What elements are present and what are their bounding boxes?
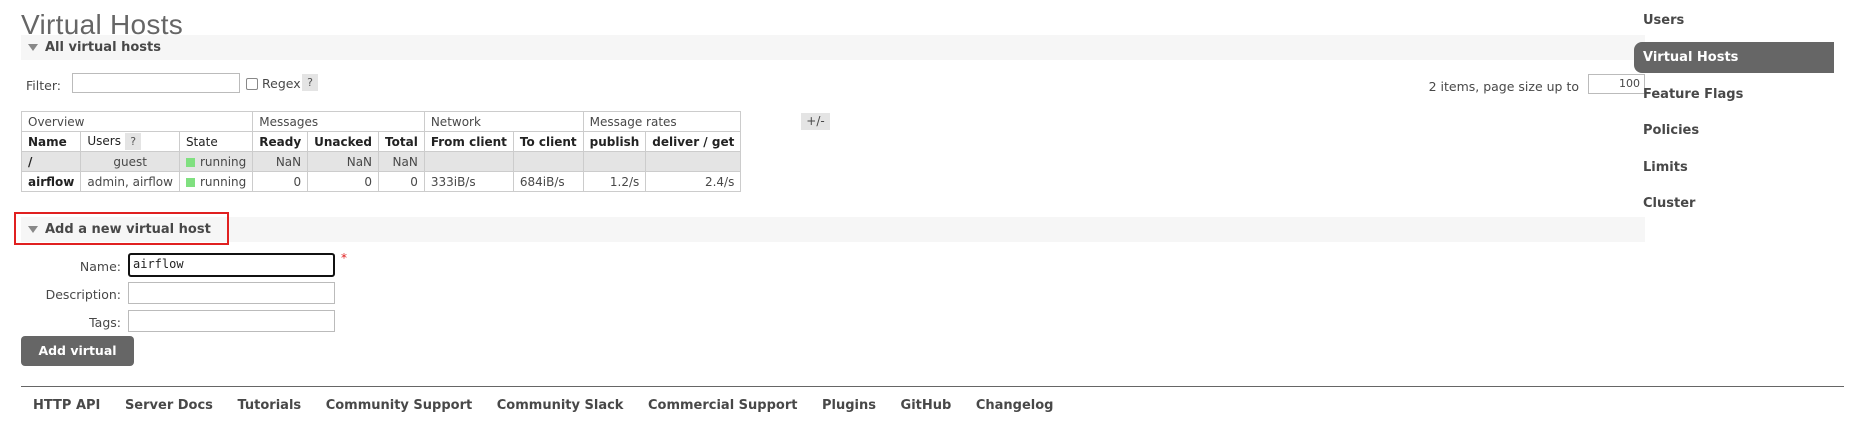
footer-link-changelog[interactable]: Changelog: [976, 398, 1054, 413]
add-vhost-section-toggle[interactable]: Add a new virtual host: [14, 212, 1645, 245]
footer-link-commercial-support[interactable]: Commercial Support: [648, 398, 798, 413]
description-label: Description:: [45, 287, 121, 302]
vhost-users: guest: [80, 151, 180, 172]
group-overview: Overview: [20, 111, 254, 132]
col-name[interactable]: Name: [20, 131, 82, 152]
col-from-client[interactable]: From client: [423, 131, 514, 152]
all-vhosts-section-toggle[interactable]: All virtual hosts: [21, 35, 1645, 60]
vhost-ready: NaN: [252, 151, 309, 172]
regex-checkbox[interactable]: [246, 78, 258, 90]
vhost-from-client: 333iB/s: [423, 171, 514, 192]
name-label: Name:: [79, 259, 121, 274]
all-vhosts-section-title: All virtual hosts: [45, 40, 161, 55]
add-vhost-section-title: Add a new virtual host: [45, 222, 211, 237]
column-toggle-button[interactable]: +/-: [801, 113, 830, 130]
group-message-rates: Message rates: [582, 111, 742, 132]
col-users[interactable]: Users ?: [80, 131, 180, 152]
vhost-publish: 1.2/s: [582, 171, 647, 192]
sidebar-item-cluster[interactable]: Cluster: [1634, 188, 1834, 219]
users-help-icon[interactable]: ?: [125, 133, 142, 150]
sidebar-item-limits[interactable]: Limits: [1634, 152, 1834, 183]
column-group-row: Overview Messages Network Message rates: [20, 111, 742, 132]
vhost-ready: 0: [252, 171, 309, 192]
col-publish[interactable]: publish: [582, 131, 647, 152]
state-indicator: [185, 157, 195, 167]
column-header-row: Name Users ? State Ready Unacked Total F…: [20, 131, 742, 152]
vhosts-table: Overview Messages Network Message rates …: [20, 111, 742, 192]
vhost-deliver-get: 2.4/s: [645, 171, 742, 192]
vhost-state-text: running: [199, 174, 247, 189]
sidebar-item-feature-flags[interactable]: Feature Flags: [1634, 79, 1834, 110]
col-to-client[interactable]: To client: [512, 131, 584, 152]
col-ready[interactable]: Ready: [252, 131, 309, 152]
vhost-to-client: [512, 151, 584, 172]
sidebar-item-virtual-hosts[interactable]: Virtual Hosts: [1634, 42, 1834, 73]
description-input[interactable]: [128, 282, 335, 304]
col-total[interactable]: Total: [378, 131, 425, 152]
footer-link-github[interactable]: GitHub: [901, 398, 952, 413]
filter-input[interactable]: [72, 73, 240, 93]
tags-label: Tags:: [89, 315, 121, 330]
vhost-users: admin, airflow: [80, 171, 180, 192]
footer-divider: [21, 386, 1844, 387]
sidebar-item-policies[interactable]: Policies: [1634, 115, 1834, 146]
col-state[interactable]: State: [178, 131, 254, 152]
vhost-state: running: [178, 171, 254, 192]
vhost-total: 0: [378, 171, 425, 192]
footer-links: HTTP API Server Docs Tutorials Community…: [33, 398, 1073, 413]
vhost-to-client: 684iB/s: [512, 171, 584, 192]
vhost-from-client: [423, 151, 514, 172]
regex-help-icon[interactable]: ?: [302, 74, 318, 91]
group-network: Network: [423, 111, 584, 132]
page-size-text: 2 items, page size up to: [1428, 79, 1579, 94]
footer-link-server-docs[interactable]: Server Docs: [125, 398, 213, 413]
vhost-link[interactable]: airflow: [20, 171, 82, 192]
table-row: airflow admin, airflow running 0 0 0 333…: [20, 171, 742, 192]
vhost-state: running: [178, 151, 254, 172]
footer-link-plugins[interactable]: Plugins: [822, 398, 876, 413]
footer-link-community-support[interactable]: Community Support: [326, 398, 473, 413]
table-row: / guest running NaN NaN NaN: [20, 151, 742, 172]
name-input[interactable]: airflow: [128, 253, 335, 277]
vhost-link[interactable]: /: [20, 151, 82, 172]
vhost-unacked: 0: [307, 171, 380, 192]
footer-link-http-api[interactable]: HTTP API: [33, 398, 100, 413]
add-virtual-host-button[interactable]: Add virtual host: [21, 336, 134, 388]
required-marker: *: [341, 251, 347, 265]
filter-label: Filter:: [26, 78, 61, 93]
vhost-state-text: running: [199, 154, 247, 169]
footer-link-community-slack[interactable]: Community Slack: [497, 398, 624, 413]
col-unacked[interactable]: Unacked: [307, 131, 380, 152]
vhost-publish: [582, 151, 647, 172]
collapse-triangle-icon: [28, 44, 38, 51]
sidebar-item-users[interactable]: Users: [1634, 5, 1834, 36]
col-deliver-get[interactable]: deliver / get: [645, 131, 742, 152]
vhost-unacked: NaN: [307, 151, 380, 172]
collapse-triangle-icon: [28, 226, 38, 233]
group-messages: Messages: [252, 111, 425, 132]
regex-label: Regex: [262, 76, 301, 91]
vhost-total: NaN: [378, 151, 425, 172]
tags-input[interactable]: [128, 310, 335, 332]
state-indicator: [185, 177, 195, 187]
footer-link-tutorials[interactable]: Tutorials: [237, 398, 301, 413]
vhost-deliver-get: [645, 151, 742, 172]
col-users-label: Users: [87, 134, 121, 148]
